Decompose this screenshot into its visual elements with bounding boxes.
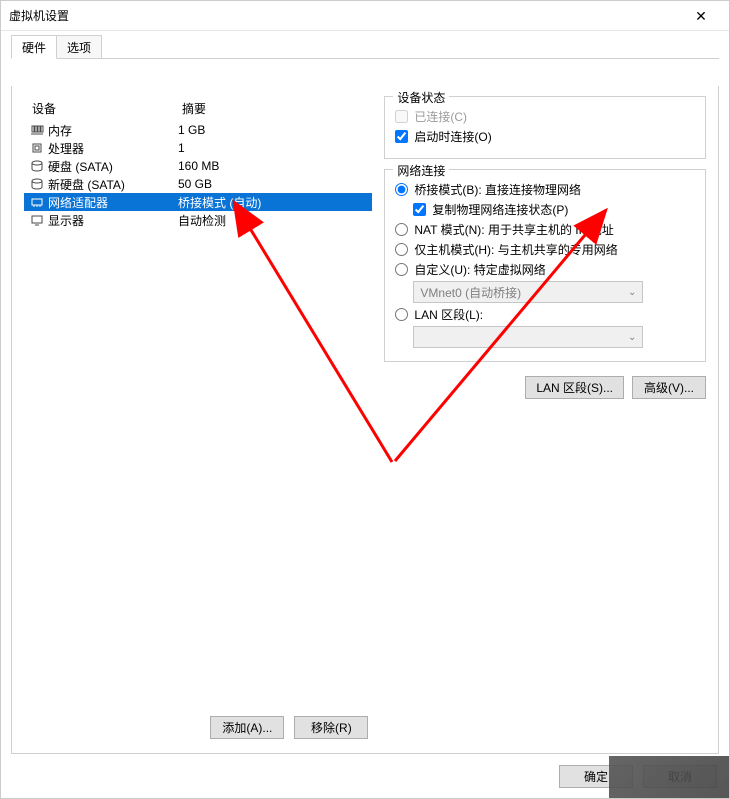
device-row[interactable]: 内存1 GB [24, 121, 372, 139]
device-name: 显示器 [46, 212, 178, 229]
titlebar: 虚拟机设置 ✕ [1, 1, 729, 31]
tab-options[interactable]: 选项 [56, 35, 102, 58]
close-icon[interactable]: ✕ [681, 1, 721, 31]
chevron-down-icon: ⌄ [628, 287, 636, 298]
device-status-legend: 设备状态 [393, 89, 449, 106]
lan-segments-button[interactable]: LAN 区段(S)... [525, 376, 624, 399]
hostonly-label: 仅主机模式(H): 与主机共享的专用网络 [414, 241, 617, 258]
network-legend: 网络连接 [393, 162, 449, 179]
custom-radio[interactable] [395, 263, 408, 276]
device-row[interactable]: 网络适配器桥接模式 (自动) [24, 193, 372, 211]
hostonly-radio[interactable] [395, 243, 408, 256]
device-name: 处理器 [46, 140, 178, 157]
remove-button[interactable]: 移除(R) [294, 716, 368, 739]
window-title: 虚拟机设置 [9, 1, 69, 31]
device-summary: 1 [178, 141, 372, 155]
disk-icon [28, 158, 46, 174]
device-name: 网络适配器 [46, 194, 178, 211]
bridged-radio[interactable] [395, 183, 408, 196]
replicate-checkbox[interactable] [413, 203, 426, 216]
device-summary: 1 GB [178, 123, 372, 137]
advanced-button[interactable]: 高级(V)... [632, 376, 706, 399]
chevron-down-icon: ⌄ [628, 332, 636, 343]
device-row[interactable]: 硬盘 (SATA)160 MB [24, 157, 372, 175]
col-device: 设备 [32, 100, 182, 117]
device-name: 硬盘 (SATA) [46, 158, 178, 175]
nat-radio[interactable] [395, 223, 408, 236]
custom-vmnet-dropdown: VMnet0 (自动桥接) ⌄ [413, 281, 643, 303]
device-summary: 桥接模式 (自动) [178, 194, 372, 211]
connect-on-start-label: 启动时连接(O) [414, 128, 491, 145]
device-status-group: 设备状态 已连接(C) 启动时连接(O) [384, 96, 706, 159]
device-name: 内存 [46, 122, 178, 139]
device-summary: 50 GB [178, 177, 372, 191]
vm-settings-dialog: 虚拟机设置 ✕ 硬件 选项 设备 摘要 内存1 GB处理器1硬盘 (SATA)1… [0, 0, 730, 799]
bridged-label: 桥接模式(B): 直接连接物理网络 [414, 181, 581, 198]
add-button[interactable]: 添加(A)... [210, 716, 284, 739]
cpu-icon [28, 140, 46, 156]
connected-checkbox [395, 110, 408, 123]
display-icon [28, 212, 46, 228]
device-row[interactable]: 处理器1 [24, 139, 372, 157]
connected-label: 已连接(C) [414, 108, 467, 125]
ram-icon [28, 122, 46, 138]
tab-bar: 硬件 选项 [11, 37, 719, 59]
lan-radio[interactable] [395, 308, 408, 321]
corner-overlay [609, 756, 729, 798]
device-row[interactable]: 显示器自动检测 [24, 211, 372, 229]
replicate-label: 复制物理网络连接状态(P) [432, 201, 568, 218]
device-summary: 自动检测 [178, 212, 372, 229]
net-icon [28, 194, 46, 210]
device-list[interactable]: 内存1 GB处理器1硬盘 (SATA)160 MB新硬盘 (SATA)50 GB… [24, 121, 372, 710]
connect-on-start-checkbox[interactable] [395, 130, 408, 143]
device-name: 新硬盘 (SATA) [46, 176, 178, 193]
tab-hardware[interactable]: 硬件 [11, 35, 57, 59]
nat-label: NAT 模式(N): 用于共享主机的 IP 地址 [414, 221, 613, 238]
device-list-header: 设备 摘要 [24, 96, 372, 121]
col-summary: 摘要 [182, 100, 372, 117]
device-row[interactable]: 新硬盘 (SATA)50 GB [24, 175, 372, 193]
lan-label: LAN 区段(L): [414, 306, 483, 323]
disk-icon [28, 176, 46, 192]
network-connection-group: 网络连接 桥接模式(B): 直接连接物理网络 复制物理网络连接状态(P) NAT… [384, 169, 706, 362]
lan-segment-dropdown: ⌄ [413, 326, 643, 348]
custom-vmnet-value: VMnet0 (自动桥接) [420, 284, 521, 301]
custom-label: 自定义(U): 特定虚拟网络 [414, 261, 545, 278]
device-summary: 160 MB [178, 159, 372, 173]
